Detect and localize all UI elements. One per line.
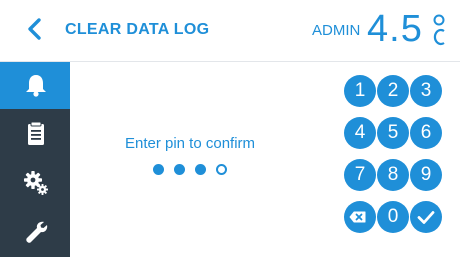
key-2[interactable]: 2 — [377, 75, 409, 107]
pin-indicator — [150, 164, 230, 178]
celsius-unit-icon — [433, 14, 445, 46]
key-5[interactable]: 5 — [377, 117, 409, 149]
pin-prompt: Enter pin to confirm — [124, 135, 256, 152]
pin-dot-filled — [153, 164, 164, 175]
key-8[interactable]: 8 — [377, 159, 409, 191]
pin-dot-empty — [216, 164, 227, 175]
temperature-readout: 4.5 — [367, 8, 423, 50]
backspace-button[interactable] — [344, 201, 376, 233]
back-chevron-icon[interactable] — [22, 16, 48, 42]
key-3[interactable]: 3 — [410, 75, 442, 107]
header-bar: CLEAR DATA LOG ADMIN 4.5 — [0, 0, 460, 62]
pin-dot-filled — [195, 164, 206, 175]
sidebar-item-alarms[interactable] — [0, 62, 70, 109]
key-9[interactable]: 9 — [410, 159, 442, 191]
pin-dot-filled — [174, 164, 185, 175]
sidebar — [0, 62, 70, 257]
sidebar-item-service[interactable] — [0, 209, 70, 256]
user-label: ADMIN — [312, 22, 361, 39]
clipboard-icon — [28, 121, 44, 145]
bell-icon — [26, 75, 46, 97]
key-1[interactable]: 1 — [344, 75, 376, 107]
key-0[interactable]: 0 — [377, 201, 409, 233]
gears-icon — [24, 171, 48, 195]
confirm-button[interactable] — [410, 201, 442, 233]
key-6[interactable]: 6 — [410, 117, 442, 149]
sidebar-item-log[interactable] — [0, 111, 70, 158]
key-4[interactable]: 4 — [344, 117, 376, 149]
checkmark-icon — [417, 211, 435, 224]
key-7[interactable]: 7 — [344, 159, 376, 191]
wrench-icon — [26, 221, 48, 243]
sidebar-item-settings[interactable] — [0, 160, 70, 207]
page-title: CLEAR DATA LOG — [65, 21, 210, 38]
backspace-icon — [349, 211, 366, 223]
